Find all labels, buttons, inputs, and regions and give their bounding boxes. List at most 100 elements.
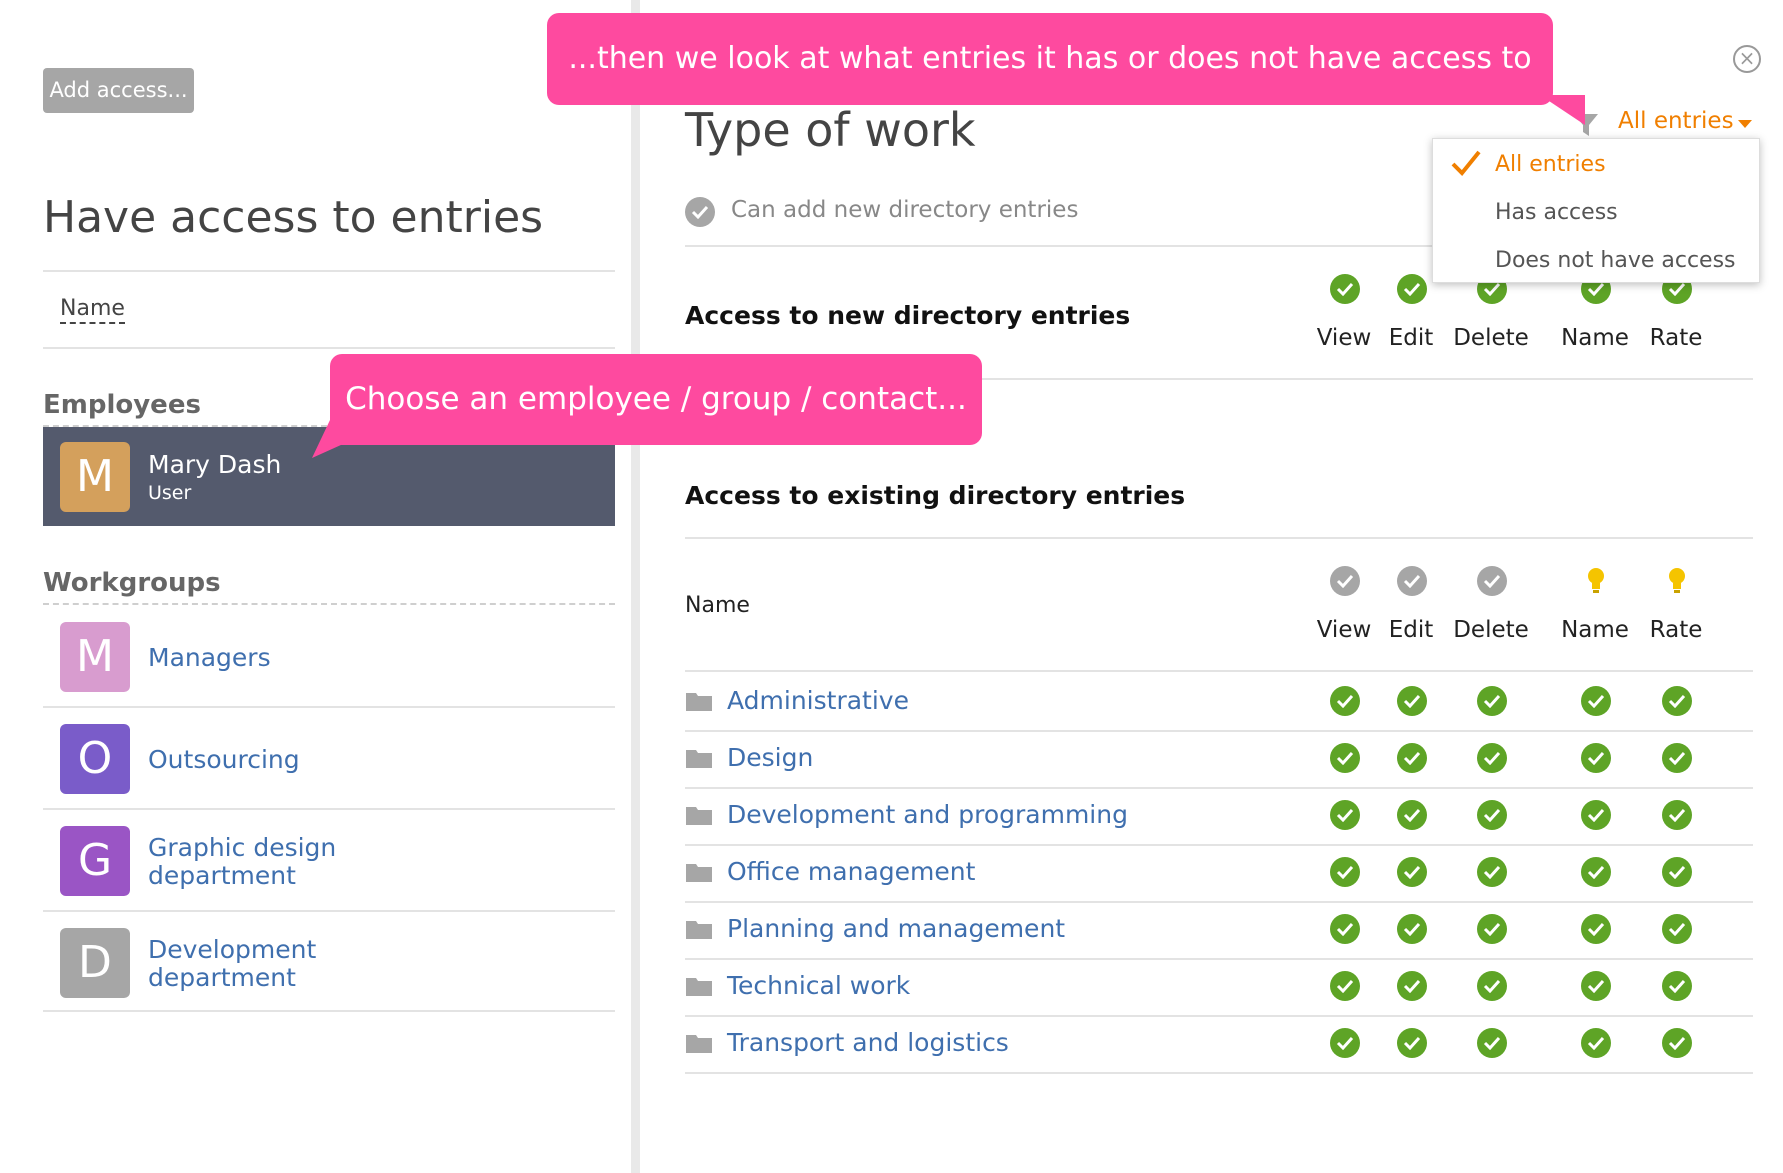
check-icon[interactable] xyxy=(1397,1028,1427,1058)
employees-label: Employees xyxy=(43,390,201,420)
check-icon[interactable] xyxy=(1397,800,1427,830)
avatar: G xyxy=(60,826,130,896)
check-icon[interactable] xyxy=(1397,686,1427,716)
left-panel: Add access... Have access to entries Nam… xyxy=(0,0,640,1173)
divider xyxy=(685,670,1753,672)
divider xyxy=(685,1072,1753,1074)
entry-link[interactable]: Office management xyxy=(727,857,975,886)
check-icon[interactable] xyxy=(1477,686,1507,716)
column-rate: Rate xyxy=(1649,617,1703,643)
callout-choose-hint: Choose an employee / group / contact... xyxy=(330,354,982,445)
check-icon[interactable] xyxy=(1330,743,1360,773)
column-edit: Edit xyxy=(1388,325,1434,351)
folder-icon xyxy=(685,1032,713,1058)
entry-link[interactable]: Planning and management xyxy=(727,914,1065,943)
avatar: D xyxy=(60,928,130,998)
divider xyxy=(43,808,615,810)
divider xyxy=(43,347,615,349)
name-column-header: Name xyxy=(685,593,750,618)
entry-link[interactable]: Administrative xyxy=(727,686,909,715)
check-icon[interactable] xyxy=(1397,857,1427,887)
check-icon[interactable] xyxy=(1477,971,1507,1001)
check-icon[interactable] xyxy=(1330,1028,1360,1058)
check-icon[interactable] xyxy=(1330,566,1360,596)
divider xyxy=(685,901,1753,903)
workgroup-development[interactable]: Development department xyxy=(148,936,388,992)
folder-icon xyxy=(685,804,713,830)
divider xyxy=(43,910,615,912)
add-access-button[interactable]: Add access... xyxy=(43,68,194,113)
chevron-down-icon[interactable] xyxy=(1738,120,1752,128)
name-column-header[interactable]: Name xyxy=(60,296,125,324)
check-icon[interactable] xyxy=(1397,274,1427,304)
entry-link[interactable]: Development and programming xyxy=(727,800,1128,829)
check-icon[interactable] xyxy=(1330,686,1360,716)
check-icon[interactable] xyxy=(1581,857,1611,887)
menu-item-all-entries[interactable]: All entries xyxy=(1495,152,1606,177)
workgroup-managers[interactable]: Managers xyxy=(148,644,271,672)
check-icon[interactable] xyxy=(1330,914,1360,944)
avatar: M xyxy=(60,622,130,692)
folder-icon xyxy=(685,975,713,1001)
filter-menu: All entries Has access Does not have acc… xyxy=(1432,138,1760,283)
entry-link[interactable]: Design xyxy=(727,743,813,772)
check-icon[interactable] xyxy=(1581,914,1611,944)
check-icon[interactable] xyxy=(1330,800,1360,830)
check-icon[interactable] xyxy=(1477,566,1507,596)
workgroup-graphic-design[interactable]: Graphic design department xyxy=(148,834,388,890)
check-icon[interactable] xyxy=(1330,971,1360,1001)
workgroups-label: Workgroups xyxy=(43,568,221,598)
divider xyxy=(685,1015,1753,1017)
check-icon[interactable] xyxy=(1662,686,1692,716)
divider xyxy=(43,270,615,272)
check-icon[interactable] xyxy=(1662,743,1692,773)
column-delete: Delete xyxy=(1453,617,1529,643)
check-icon[interactable] xyxy=(1581,800,1611,830)
folder-icon xyxy=(685,747,713,773)
employee-role: User xyxy=(148,482,192,504)
divider xyxy=(685,537,1753,539)
check-icon[interactable] xyxy=(1397,743,1427,773)
new-entries-title: Access to new directory entries xyxy=(685,301,1131,330)
callout-tail xyxy=(312,420,352,458)
folder-icon xyxy=(685,861,713,887)
column-rate: Rate xyxy=(1649,325,1703,351)
check-icon[interactable] xyxy=(1397,566,1427,596)
filter-dropdown[interactable]: All entries xyxy=(1618,108,1734,134)
check-icon[interactable] xyxy=(1477,1028,1507,1058)
divider xyxy=(685,787,1753,789)
check-icon[interactable] xyxy=(1397,971,1427,1001)
check-icon[interactable] xyxy=(1662,1028,1692,1058)
check-icon[interactable] xyxy=(1581,743,1611,773)
entry-link[interactable]: Transport and logistics xyxy=(727,1028,1009,1057)
page-title: Type of work xyxy=(685,103,976,157)
avatar: M xyxy=(60,442,130,512)
access-heading: Have access to entries xyxy=(43,192,544,243)
check-icon[interactable] xyxy=(1581,686,1611,716)
workgroup-outsourcing[interactable]: Outsourcing xyxy=(148,746,300,774)
divider xyxy=(43,603,615,605)
check-icon[interactable] xyxy=(1397,914,1427,944)
check-icon[interactable] xyxy=(1477,914,1507,944)
check-icon[interactable] xyxy=(1662,857,1692,887)
check-icon[interactable] xyxy=(1330,274,1360,304)
check-icon[interactable] xyxy=(1477,857,1507,887)
check-icon[interactable] xyxy=(1330,857,1360,887)
lightbulb-icon[interactable] xyxy=(1581,566,1611,596)
check-icon[interactable] xyxy=(1662,971,1692,1001)
divider xyxy=(685,958,1753,960)
entry-link[interactable]: Technical work xyxy=(727,971,910,1000)
check-icon[interactable] xyxy=(685,197,715,227)
menu-item-no-access[interactable]: Does not have access xyxy=(1495,248,1736,273)
check-icon[interactable] xyxy=(1477,800,1507,830)
check-icon[interactable] xyxy=(1581,1028,1611,1058)
check-icon[interactable] xyxy=(1662,914,1692,944)
menu-item-has-access[interactable]: Has access xyxy=(1495,200,1618,225)
lightbulb-icon[interactable] xyxy=(1662,566,1692,596)
check-icon[interactable] xyxy=(1581,971,1611,1001)
check-icon[interactable] xyxy=(1662,800,1692,830)
column-delete: Delete xyxy=(1453,325,1529,351)
close-icon[interactable]: × xyxy=(1733,45,1761,73)
check-icon[interactable] xyxy=(1477,743,1507,773)
folder-icon xyxy=(685,690,713,716)
